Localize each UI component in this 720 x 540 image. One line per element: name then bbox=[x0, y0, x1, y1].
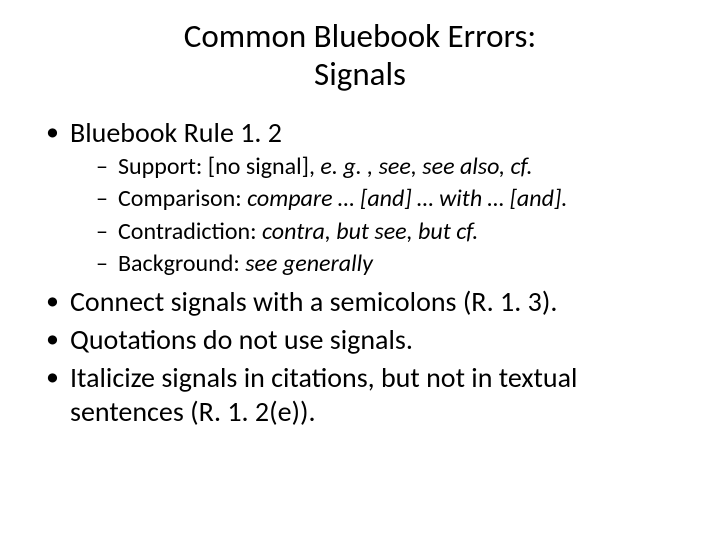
bullet-connect-text: Connect signals with a semicolons (R. 1.… bbox=[70, 284, 557, 319]
bullet-rule: Bluebook Rule 1. 2 Support: [no signal],… bbox=[40, 116, 680, 279]
sub-background-italic: see generally bbox=[245, 249, 373, 278]
sub-support: Support: [no signal], e. g. , see, see a… bbox=[96, 152, 680, 182]
slide-title: Common Bluebook Errors: Signals bbox=[40, 18, 680, 94]
bullet-italicize-text: Italicize signals in citations, but not … bbox=[70, 360, 577, 429]
sub-support-label: Support: [no signal], bbox=[118, 152, 320, 181]
sub-contradiction-label: Contradiction: bbox=[118, 217, 262, 246]
bullet-rule-text: Bluebook Rule 1. 2 bbox=[70, 115, 282, 150]
sub-comparison: Comparison: compare … [and] … with … [an… bbox=[96, 184, 680, 214]
title-line-2: Signals bbox=[314, 54, 406, 94]
sub-list: Support: [no signal], e. g. , see, see a… bbox=[70, 152, 680, 279]
title-line-1: Common Bluebook Errors: bbox=[184, 16, 536, 56]
sub-comparison-label: Comparison: bbox=[118, 184, 247, 213]
bullet-list: Bluebook Rule 1. 2 Support: [no signal],… bbox=[40, 116, 680, 430]
bullet-quotations-text: Quotations do not use signals. bbox=[70, 322, 413, 357]
bullet-italicize: Italicize signals in citations, but not … bbox=[40, 361, 680, 429]
bullet-quotations: Quotations do not use signals. bbox=[40, 323, 680, 357]
sub-contradiction: Contradiction: contra, but see, but cf. bbox=[96, 217, 680, 247]
sub-background-label: Background: bbox=[118, 249, 245, 278]
bullet-connect: Connect signals with a semicolons (R. 1.… bbox=[40, 285, 680, 319]
sub-contradiction-italic: contra, but see, but cf. bbox=[262, 217, 478, 246]
sub-support-italic: e. g. , see, see also, cf. bbox=[320, 152, 532, 181]
slide: Common Bluebook Errors: Signals Bluebook… bbox=[0, 0, 720, 540]
sub-comparison-italic: compare … [and] … with … [and]. bbox=[247, 184, 567, 213]
sub-background: Background: see generally bbox=[96, 249, 680, 279]
